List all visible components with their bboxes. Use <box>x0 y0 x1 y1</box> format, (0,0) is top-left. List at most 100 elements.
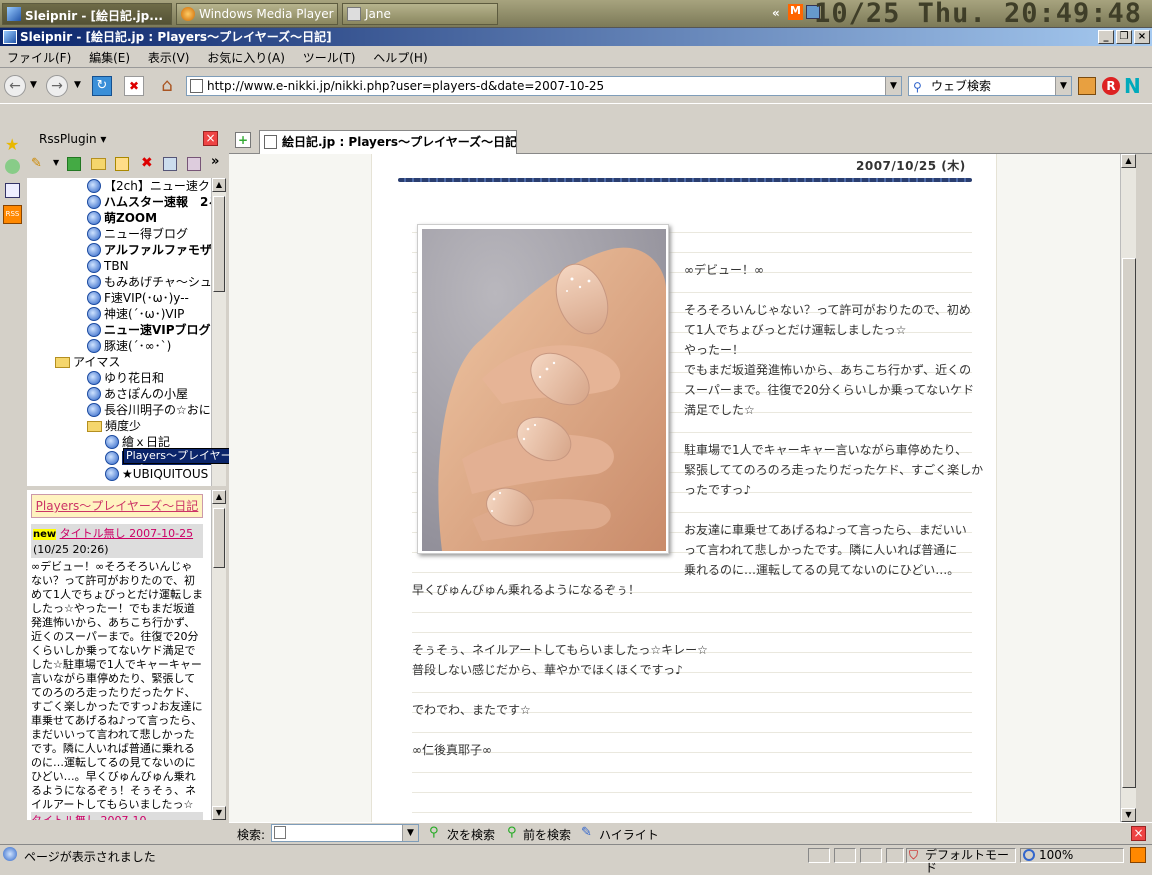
plugin-icon[interactable] <box>1078 77 1096 95</box>
zoom-indicator[interactable]: 100% <box>1020 848 1124 863</box>
find-close-icon[interactable]: × <box>1131 826 1146 841</box>
home-icon[interactable]: ⌂ <box>156 76 178 96</box>
rss-icon[interactable]: RSS <box>3 205 22 224</box>
rss-properties-icon[interactable] <box>163 157 177 171</box>
rss-panel-title[interactable]: RssPlugin ▾ <box>39 132 106 146</box>
menu-favorites[interactable]: お気に入り(A) <box>200 46 292 69</box>
tree-feed[interactable]: 豚速(´･∞･`) <box>87 338 171 354</box>
page-icon <box>274 826 286 839</box>
highlight-icon[interactable]: ✎ <box>581 825 592 840</box>
tree-item-label: F速VIP(･ω･)y-- <box>104 291 189 305</box>
rss-refresh-icon[interactable] <box>67 157 81 171</box>
tree-feed[interactable]: ハムスター速報 2ろ <box>87 194 211 210</box>
feed-icon <box>105 451 119 465</box>
forward-icon[interactable]: → <box>46 75 68 97</box>
scroll-up-icon[interactable]: ▲ <box>1121 154 1136 168</box>
security-mode[interactable]: ⛉ デフォルトモード <box>906 848 1016 875</box>
favorites-star-icon[interactable]: ★ <box>5 135 19 154</box>
history-icon[interactable] <box>5 159 20 174</box>
find-input[interactable]: ▼ <box>271 824 419 842</box>
highlight-button[interactable]: ハイライト <box>599 826 659 843</box>
rss-dropdown-icon[interactable]: ▼ <box>53 158 59 167</box>
scroll-thumb[interactable] <box>1122 258 1136 788</box>
ime-icon[interactable]: M <box>788 4 803 20</box>
tree-feed[interactable]: 長谷川明子の☆おに <box>87 402 211 418</box>
back-dropdown-icon[interactable]: ▼ <box>30 80 37 90</box>
tab-active[interactable]: 絵日記.jp : Players〜プレイヤーズ〜日記 <box>259 130 517 154</box>
tree-folder[interactable]: アイマス <box>55 354 120 370</box>
tree-feed[interactable]: 【2ch】ニュー速クオリテ <box>87 178 211 194</box>
tree-feed[interactable]: ゆり花日和 <box>87 370 164 386</box>
content-scrollbar[interactable]: ▲ ▼ <box>1120 154 1136 822</box>
tree-feed[interactable]: アルファルファモザイク <box>87 242 211 258</box>
address-dropdown-icon[interactable]: ▼ <box>885 77 901 95</box>
feed-icon <box>87 179 101 193</box>
tree-feed[interactable]: あさぽんの小屋 <box>87 386 188 402</box>
menu-help[interactable]: ヘルプ(H) <box>366 46 434 69</box>
find-dropdown-icon[interactable]: ▼ <box>402 825 418 841</box>
tray-chevron-icon[interactable]: « <box>772 6 780 20</box>
find-next-button[interactable]: 次を検索 <box>447 826 495 843</box>
tree-feed[interactable]: 萌ZOOM <box>87 210 157 226</box>
tree-feed[interactable]: ★UBIQUITOUS <box>105 466 208 482</box>
rss-update-icon[interactable]: ✎ <box>31 156 42 171</box>
r-plugin-icon[interactable]: R <box>1102 77 1120 95</box>
tree-folder[interactable]: 頻度少 <box>87 418 141 434</box>
taskbar-task-wmp[interactable]: Windows Media Player <box>176 3 338 25</box>
tree-item-label: 豚速(´･∞･`) <box>104 339 172 353</box>
menu-edit[interactable]: 編集(E) <box>82 46 137 69</box>
scroll-thumb[interactable] <box>213 508 225 568</box>
status-rss-icon[interactable] <box>1130 847 1146 863</box>
preview-feed-title[interactable]: Players〜プレイヤーズ〜日記 <box>31 494 203 518</box>
preview-scrollbar[interactable]: ▲ ▼ <box>211 490 226 820</box>
rss-close-icon[interactable]: × <box>203 131 218 146</box>
rss-add-feed-icon[interactable] <box>115 157 129 171</box>
scroll-up-icon[interactable]: ▲ <box>212 490 226 504</box>
stop-icon[interactable]: ✖ <box>124 76 144 96</box>
forward-dropdown-icon[interactable]: ▼ <box>74 80 81 90</box>
tree-view-icon[interactable] <box>5 183 20 198</box>
back-icon[interactable]: ← <box>4 75 26 97</box>
rss-delete-icon[interactable]: ✖ <box>141 155 153 171</box>
scroll-thumb[interactable] <box>213 196 225 292</box>
menu-tools[interactable]: ツール(T) <box>296 46 363 69</box>
minimize-button[interactable]: _ <box>1098 30 1114 44</box>
tree-item-label: 頻度少 <box>105 419 142 433</box>
tree-feed[interactable]: TBN <box>87 258 129 274</box>
ruled-line <box>412 632 972 633</box>
scroll-down-icon[interactable]: ▼ <box>1121 808 1136 822</box>
web-search-box[interactable]: ⚲ ウェブ検索 ▼ <box>908 76 1072 96</box>
nail-photo-image <box>422 229 666 551</box>
window-titlebar[interactable]: Sleipnir - [絵日記.jp : Players〜プレイヤーズ〜日記] … <box>0 28 1152 46</box>
rss-settings-icon[interactable] <box>187 157 201 171</box>
menu-view[interactable]: 表示(V) <box>141 46 197 69</box>
preview-item-title[interactable]: タイトル無し 2007-10-25 <box>60 527 193 540</box>
menu-file[interactable]: ファイル(F) <box>0 46 78 69</box>
status-cell <box>808 848 830 863</box>
preview-next-item[interactable]: タイトル無し 2007-10- <box>31 812 203 820</box>
n-plugin-icon[interactable]: N <box>1124 76 1141 96</box>
new-tab-icon[interactable]: + <box>235 132 251 148</box>
refresh-icon[interactable]: ↻ <box>92 76 112 96</box>
taskbar-task-sleipnir[interactable]: Sleipnir - [絵日記.jp... <box>2 3 172 25</box>
scroll-up-icon[interactable]: ▲ <box>212 178 226 192</box>
close-button[interactable]: × <box>1134 30 1150 44</box>
find-next-icon[interactable]: ⚲ <box>429 825 439 840</box>
tree-feed[interactable]: 神速(´･ω･)VIP <box>87 306 184 322</box>
find-prev-button[interactable]: 前を検索 <box>523 826 571 843</box>
scroll-down-icon[interactable]: ▼ <box>212 806 226 820</box>
tree-feed[interactable]: ニュー得ブログ <box>87 226 188 242</box>
feed-icon <box>87 387 101 401</box>
address-bar[interactable]: http://www.e-nikki.jp/nikki.php?user=pla… <box>186 76 902 96</box>
taskbar-task-jane[interactable]: Jane <box>342 3 498 25</box>
tree-feed[interactable]: F速VIP(･ω･)y-- <box>87 290 189 306</box>
rss-more-icon[interactable]: » <box>211 154 219 169</box>
find-prev-icon[interactable]: ⚲ <box>507 825 517 840</box>
tree-feed[interactable]: もみあげチャ〜シュ〜 <box>87 274 211 290</box>
tree-scrollbar[interactable]: ▲ <box>211 178 226 486</box>
diary-date: 2007/10/25 (木) <box>856 159 966 173</box>
tree-feed[interactable]: ニュー速VIPブログ3 <box>87 322 211 338</box>
rss-new-folder-icon[interactable] <box>91 158 106 170</box>
restore-button[interactable]: ❐ <box>1116 30 1132 44</box>
search-dropdown-icon[interactable]: ▼ <box>1055 77 1071 95</box>
